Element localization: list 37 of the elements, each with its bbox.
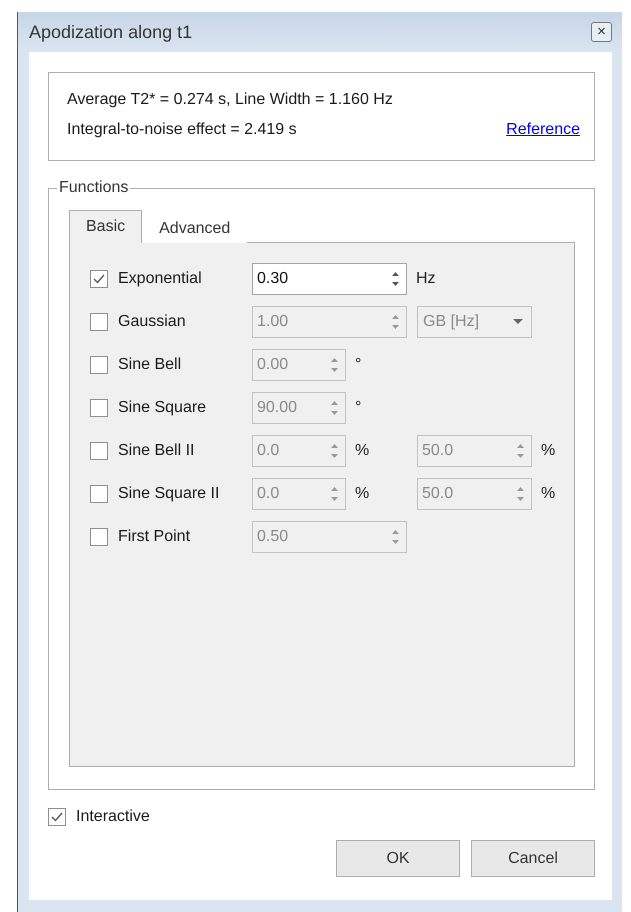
checkbox[interactable] (90, 313, 108, 331)
tab[interactable]: Basic (69, 210, 142, 243)
dropdown-caret-icon (513, 319, 523, 325)
close-button[interactable]: × (591, 22, 612, 42)
checkbox[interactable] (90, 270, 108, 288)
checkbox[interactable] (90, 485, 108, 503)
checkbox[interactable] (90, 399, 108, 417)
checkbox-label: Sine Bell (118, 356, 182, 374)
unit-label: Hz (415, 270, 436, 288)
checkmark-icon (51, 812, 63, 822)
reference-link[interactable]: Reference (506, 121, 580, 139)
checkbox[interactable] (48, 808, 66, 826)
ok-button[interactable]: OK (336, 840, 460, 877)
spin-field[interactable]: 0.30 (252, 263, 407, 295)
spin-arrows-icon[interactable] (391, 270, 400, 288)
unit-label: % (354, 485, 370, 503)
unit-label: ° (354, 399, 362, 417)
info-text: Integral-to-noise effect = 2.419 s (67, 121, 298, 139)
checkbox-label: Sine Bell II (118, 442, 194, 460)
checkbox[interactable] (90, 356, 108, 374)
checkbox-label: Sine Square II (118, 485, 220, 503)
unit-label: % (354, 442, 370, 460)
checkbox-label: Sine Square (118, 399, 206, 417)
info-text: Average T2* = 0.274 s, Line Width = 1.160 Hz (67, 91, 394, 109)
checkbox-label: Gaussian (118, 313, 186, 331)
unit-label: % (540, 442, 556, 460)
checkbox[interactable] (90, 528, 108, 546)
group-title: Functions (58, 179, 130, 197)
checkbox-label: First Point (118, 528, 190, 546)
checkmark-icon (93, 274, 105, 284)
window-title: Apodization along t1 (29, 22, 192, 42)
checkbox[interactable] (90, 442, 108, 460)
unit-label: ° (354, 356, 362, 374)
unit-label: % (540, 485, 556, 503)
checkbox-label: Interactive (76, 808, 150, 826)
checkbox-label: Exponential (118, 270, 202, 288)
cancel-button[interactable]: Cancel (471, 840, 595, 877)
